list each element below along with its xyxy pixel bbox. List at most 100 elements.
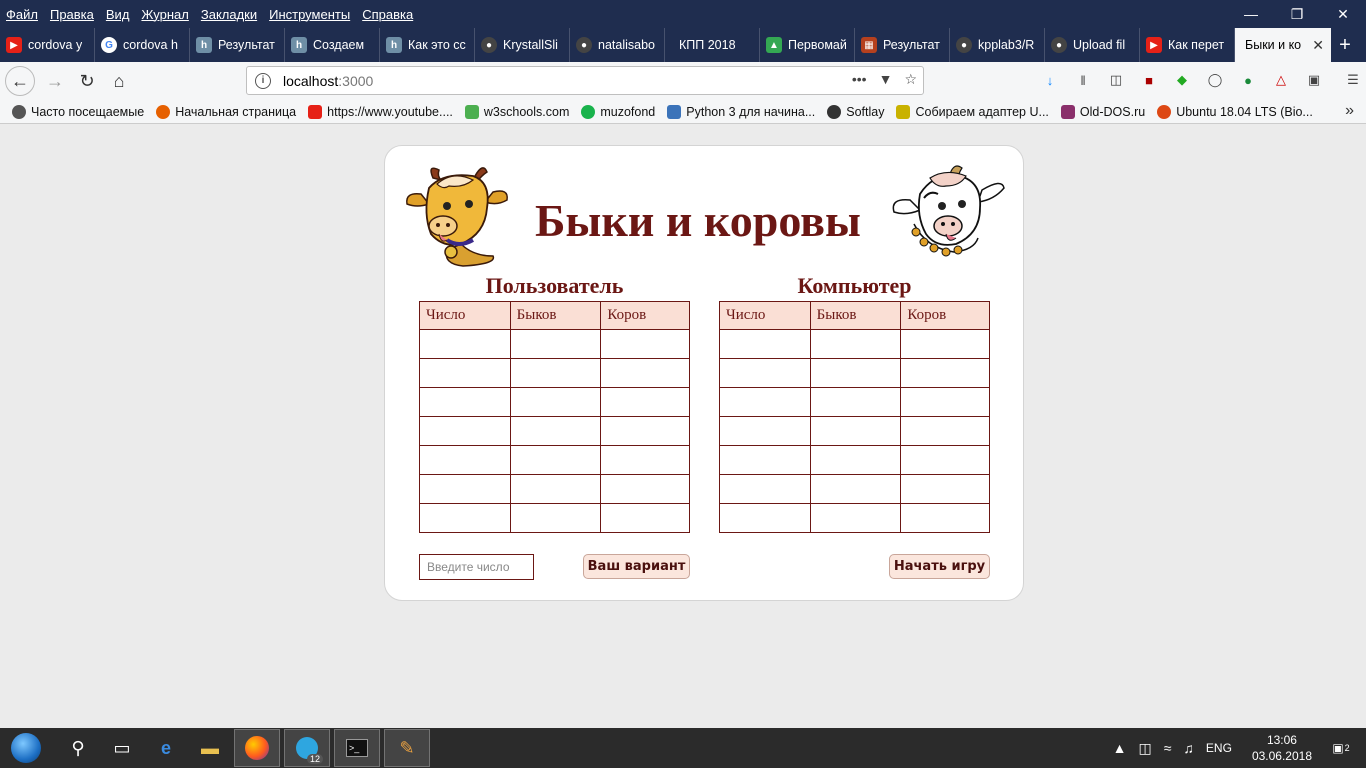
table-row <box>419 445 690 475</box>
site-info-icon[interactable]: i <box>255 72 271 89</box>
ublock-icon[interactable]: ■ <box>1139 70 1159 90</box>
home-icon[interactable]: ⌂ <box>103 65 135 97</box>
language-indicator[interactable]: ENG <box>1206 741 1232 755</box>
forward-icon[interactable]: → <box>39 65 71 97</box>
maps-icon: ▲ <box>766 37 782 53</box>
tab-habr-how[interactable]: h Как это сс <box>380 28 475 62</box>
sync-icon[interactable]: ◯ <box>1205 70 1225 90</box>
tab-strip: ▶ cordova y Gcordova h h Результат h Создае… <box>0 28 1366 62</box>
firefox-taskbar-icon[interactable] <box>234 729 280 767</box>
menu-help[interactable]: Справка <box>356 7 419 22</box>
tab-habr-create[interactable]: h Создаем <box>285 28 380 62</box>
file-explorer-icon[interactable]: ▬ <box>188 728 232 768</box>
table-cell <box>900 503 990 533</box>
tab-github-natalisabo[interactable]: ● natalisabo <box>570 28 665 62</box>
paint-icon[interactable]: ✎ <box>384 729 430 767</box>
menu-tools[interactable]: Инструменты <box>263 7 356 22</box>
bookmark-w3schools[interactable]: w3schools.com <box>464 104 569 119</box>
tab-cordova-youtube[interactable]: ▶ cordova y <box>0 28 95 62</box>
close-icon[interactable]: ✕ <box>1320 0 1366 28</box>
menu-edit[interactable]: Правка <box>44 7 100 22</box>
bookmark-softlay[interactable]: Softlay <box>827 104 884 119</box>
start-button[interactable] <box>6 728 46 768</box>
menu-view[interactable]: Вид <box>100 7 136 22</box>
start-game-button[interactable]: Начать игру <box>889 554 990 579</box>
chevron-right-icon[interactable]: » <box>1345 102 1354 120</box>
table-row <box>719 387 990 417</box>
menu-history[interactable]: Журнал <box>135 7 194 22</box>
table-cell <box>419 474 511 504</box>
table-header-row: Число Быков Коров <box>419 301 690 330</box>
search-icon[interactable]: ⚲ <box>56 728 100 768</box>
tab-github-upload[interactable]: ● Upload fil <box>1045 28 1140 62</box>
table-row <box>419 329 690 359</box>
minimize-icon[interactable]: — <box>1228 0 1274 28</box>
new-tab-icon[interactable]: + <box>1331 28 1359 62</box>
address-host: localhost <box>283 72 339 89</box>
bookmark-star-icon[interactable]: ☆ <box>904 71 917 88</box>
tab-kpp-2018[interactable]: КПП 2018 <box>665 28 760 62</box>
notifications-icon[interactable]: ▣ 2 <box>1326 735 1356 761</box>
restore-icon[interactable]: ❐ <box>1274 0 1320 28</box>
tab-maps[interactable]: ▲ Первомай <box>760 28 855 62</box>
telegram-icon[interactable]: 12 <box>284 729 330 767</box>
extension-icon[interactable]: ▣ <box>1304 70 1324 90</box>
window-controls: — ❐ ✕ <box>1228 0 1366 28</box>
edge-icon[interactable]: e <box>144 728 188 768</box>
tab-habr-result[interactable]: h Результат <box>190 28 285 62</box>
hamburger-menu-icon[interactable]: ☰ <box>1343 70 1363 90</box>
tab-close-icon[interactable]: ✕ <box>1312 37 1324 54</box>
terminal-icon[interactable]: >_ <box>334 729 380 767</box>
bookmark-ubuntu[interactable]: Ubuntu 18.04 LTS (Bio... <box>1157 104 1313 119</box>
globe-icon <box>827 104 842 119</box>
task-view-icon[interactable]: ▭ <box>100 728 144 768</box>
extension-green-icon[interactable]: ● <box>1238 70 1258 90</box>
tab-result-grid[interactable]: ▦ Результат <box>855 28 950 62</box>
guess-button[interactable]: Ваш вариант <box>583 554 690 579</box>
address-bar[interactable]: i localhost:3000 ••• ▼ ☆ <box>246 66 924 95</box>
table-cell <box>600 329 690 359</box>
table-row <box>719 416 990 446</box>
google-icon: G <box>101 37 117 53</box>
telegram-badge: 12 <box>306 754 323 764</box>
table-cell <box>509 387 602 417</box>
menu-file[interactable]: Файл <box>0 7 44 22</box>
sidebar-icon[interactable]: ◫ <box>1106 70 1126 90</box>
volume-icon[interactable]: ♫ <box>1183 740 1194 756</box>
pdf-icon[interactable]: △ <box>1271 70 1291 90</box>
bookmark-youtube[interactable]: https://www.youtube.... <box>308 104 453 119</box>
wifi-icon[interactable]: ≈ <box>1164 740 1172 756</box>
tab-cordova-google[interactable]: Gcordova h <box>95 28 190 62</box>
table-cell <box>809 358 902 388</box>
bookmark-start-page[interactable]: Начальная страница <box>156 104 296 119</box>
page-actions-icon[interactable]: ••• <box>852 71 867 88</box>
github-icon: ● <box>576 37 592 53</box>
chevron-up-icon[interactable]: ▲ <box>1113 740 1127 756</box>
clock[interactable]: 13:06 03.06.2018 <box>1252 732 1312 764</box>
tab-github-kpplab3[interactable]: ● kpplab3/R <box>950 28 1045 62</box>
bookmark-old-dos[interactable]: Old-DOS.ru <box>1060 104 1145 119</box>
table-cell <box>900 416 990 446</box>
network-icon[interactable]: ◫ <box>1139 740 1152 757</box>
bookmark-muzofond[interactable]: muzofond <box>581 104 655 119</box>
table-cell <box>719 358 811 388</box>
bookmark-adapter[interactable]: Собираем адаптер U... <box>896 104 1049 119</box>
back-icon[interactable]: ← <box>5 66 35 96</box>
menu-bookmarks[interactable]: Закладки <box>195 7 263 22</box>
reload-icon[interactable]: ↻ <box>71 65 103 97</box>
tab-youtube-how[interactable]: ▶ Как перет <box>1140 28 1235 62</box>
github-icon: ● <box>481 37 497 53</box>
bookmark-python[interactable]: Python 3 для начина... <box>667 104 815 119</box>
pocket-icon[interactable]: ▼ <box>879 71 893 88</box>
clock-time: 13:06 <box>1266 733 1297 747</box>
download-icon[interactable]: ↓ <box>1040 70 1060 90</box>
library-icon[interactable]: ‖ <box>1073 70 1093 90</box>
number-input[interactable]: Введите число <box>419 554 534 580</box>
tab-github-krystall[interactable]: ● KrystallSli <box>475 28 570 62</box>
tab-bulls-cows[interactable]: Быки и ко ✕ <box>1235 28 1331 62</box>
taskbar: ⚲ ▭ e ▬ 12 >_ ✎ ▲ ◫ ≈ ♫ ENG 13:06 03.06.… <box>0 728 1366 768</box>
bookmark-most-visited[interactable]: Часто посещаемые <box>12 104 144 119</box>
shield-icon[interactable]: ◆ <box>1172 70 1192 90</box>
system-tray: ▲ ◫ ≈ ♫ ENG 13:06 03.06.2018 ▣ 2 <box>1113 728 1366 768</box>
habr-icon: h <box>196 37 212 53</box>
